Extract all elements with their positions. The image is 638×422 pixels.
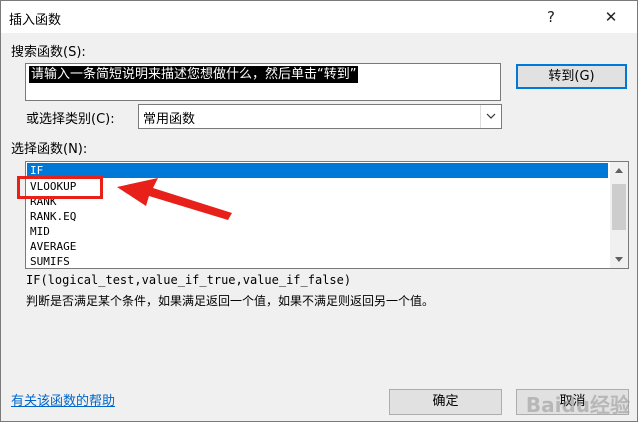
watermark: Baidu经验 <box>525 393 630 417</box>
annotation-arrow-icon <box>117 178 232 220</box>
